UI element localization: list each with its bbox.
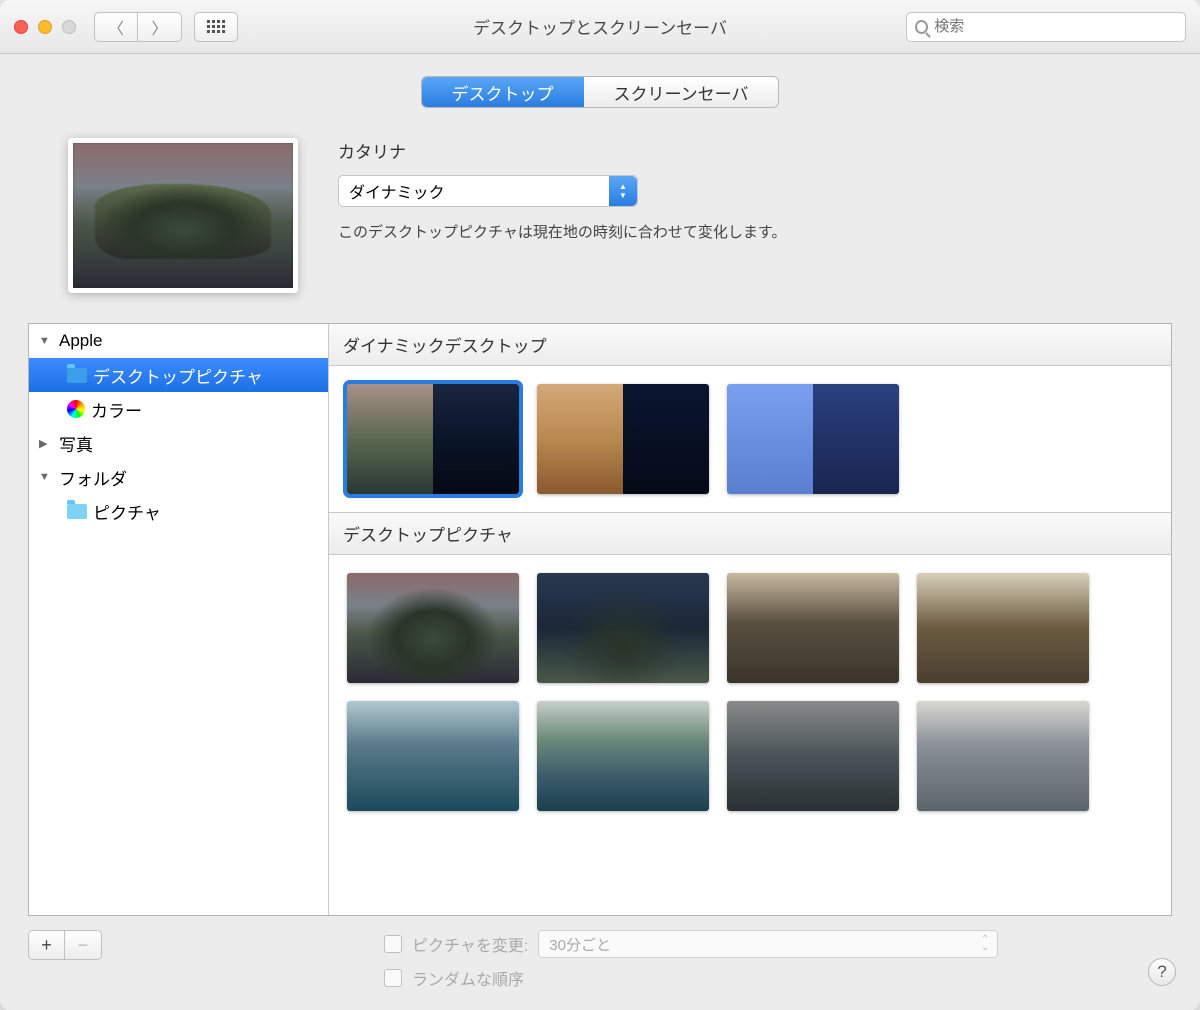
search-field[interactable] <box>906 12 1186 42</box>
section-header-pictures: デスクトップピクチャ <box>329 512 1171 555</box>
show-all-button[interactable] <box>194 12 238 42</box>
interval-dropdown: 30分ごと <box>538 930 998 958</box>
folder-icon <box>67 368 87 383</box>
chevron-left-icon: 〈 <box>108 15 124 39</box>
updown-arrows-icon <box>609 176 637 206</box>
wallpaper-image <box>95 184 271 259</box>
sidebar-item-pictures[interactable]: ピクチャ <box>29 494 328 528</box>
content-area: デスクトップ スクリーンセーバ カタリナ ダイナミック このデスクトップピクチャ… <box>0 54 1200 1010</box>
minimize-icon[interactable] <box>38 20 52 34</box>
titlebar: 〈 〉 デスクトップとスクリーンセーバ <box>0 0 1200 54</box>
sidebar-label: ピクチャ <box>93 499 161 524</box>
search-input[interactable] <box>934 18 1177 35</box>
current-wallpaper-preview <box>68 138 298 293</box>
disclosure-triangle-icon: ▼ <box>39 335 53 347</box>
add-remove-control: + − <box>28 930 102 960</box>
chevron-right-icon: 〉 <box>151 15 167 39</box>
change-picture-row: ピクチャを変更: 30分ごと <box>384 930 998 958</box>
section-header-dynamic: ダイナミックデスクトップ <box>329 324 1171 366</box>
thumb-catalina-clouds[interactable] <box>727 701 899 811</box>
zoom-icon <box>62 20 76 34</box>
wallpaper-name: カタリナ <box>338 138 1172 163</box>
sidebar-group-photos[interactable]: ▶ 写真 <box>29 426 328 460</box>
sidebar-item-colors[interactable]: カラー <box>29 392 328 426</box>
thumb-catalina-night[interactable] <box>537 573 709 683</box>
color-wheel-icon <box>67 400 85 418</box>
disclosure-triangle-icon: ▼ <box>39 471 53 483</box>
main-split: ▼ Apple デスクトップピクチャ カラー ▶ 写真 ▼ フォルダ <box>28 323 1172 916</box>
thumb-solid-dynamic[interactable] <box>727 384 899 494</box>
nav-buttons: 〈 〉 <box>94 12 182 42</box>
bottom-controls: + − ピクチャを変更: 30分ごと ランダムな順序 <box>28 930 1172 998</box>
wallpaper-description: このデスクトップピクチャは現在地の時刻に合わせて変化します。 <box>338 221 1172 242</box>
help-button[interactable]: ? <box>1148 958 1176 986</box>
change-picture-checkbox[interactable] <box>384 935 402 953</box>
wallpaper-gallery: ダイナミックデスクトップ デスクトップピクチャ <box>329 324 1171 915</box>
preview-row: カタリナ ダイナミック このデスクトップピクチャは現在地の時刻に合わせて変化しま… <box>68 138 1172 293</box>
interval-value: 30分ごと <box>549 934 611 955</box>
preview-info: カタリナ ダイナミック このデスクトップピクチャは現在地の時刻に合わせて変化しま… <box>338 138 1172 293</box>
thumb-catalina-shoreline[interactable] <box>537 701 709 811</box>
tab-screensaver[interactable]: スクリーンセーバ <box>584 77 779 107</box>
thumb-catalina-coast[interactable] <box>347 701 519 811</box>
sidebar-group-apple[interactable]: ▼ Apple <box>29 324 328 358</box>
options: ピクチャを変更: 30分ごと ランダムな順序 <box>384 930 998 998</box>
random-order-label: ランダムな順序 <box>412 966 524 990</box>
random-order-checkbox <box>384 969 402 987</box>
thumb-catalina-silhouette[interactable] <box>917 701 1089 811</box>
dropdown-value: ダイナミック <box>349 179 445 203</box>
source-sidebar: ▼ Apple デスクトップピクチャ カラー ▶ 写真 ▼ フォルダ <box>29 324 329 915</box>
question-mark-icon: ? <box>1157 962 1166 982</box>
sidebar-label: Apple <box>59 331 102 351</box>
sidebar-label: デスクトップピクチャ <box>93 363 263 388</box>
sidebar-item-desktop-pictures[interactable]: デスクトップピクチャ <box>29 358 328 392</box>
thumb-catalina-rock[interactable] <box>727 573 899 683</box>
forward-button[interactable]: 〉 <box>138 12 182 42</box>
thumb-catalina-sunset[interactable] <box>917 573 1089 683</box>
grid-icon <box>207 20 225 33</box>
sidebar-label: フォルダ <box>59 465 127 490</box>
sidebar-label: 写真 <box>59 431 93 456</box>
remove-folder-button: − <box>65 931 101 959</box>
tab-segment: デスクトップ スクリーンセーバ <box>421 76 780 108</box>
random-order-row: ランダムな順序 <box>384 966 998 990</box>
search-icon <box>915 20 928 34</box>
thumb-catalina-day[interactable] <box>347 573 519 683</box>
thumb-mojave-dynamic[interactable] <box>537 384 709 494</box>
back-button[interactable]: 〈 <box>94 12 138 42</box>
thumb-catalina-dynamic[interactable] <box>347 384 519 494</box>
change-picture-label: ピクチャを変更: <box>412 932 528 956</box>
sidebar-group-folders[interactable]: ▼ フォルダ <box>29 460 328 494</box>
disclosure-triangle-icon: ▶ <box>39 437 53 450</box>
close-icon[interactable] <box>14 20 28 34</box>
folder-icon <box>67 504 87 519</box>
appearance-mode-dropdown[interactable]: ダイナミック <box>338 175 638 207</box>
sidebar-label: カラー <box>91 397 142 422</box>
preferences-window: 〈 〉 デスクトップとスクリーンセーバ デスクトップ スクリーンセーバ <box>0 0 1200 1010</box>
window-controls <box>14 20 76 34</box>
tab-desktop[interactable]: デスクトップ <box>422 77 584 107</box>
dynamic-thumbs <box>329 366 1171 512</box>
pictures-thumbs <box>329 555 1171 829</box>
add-folder-button[interactable]: + <box>29 931 65 959</box>
